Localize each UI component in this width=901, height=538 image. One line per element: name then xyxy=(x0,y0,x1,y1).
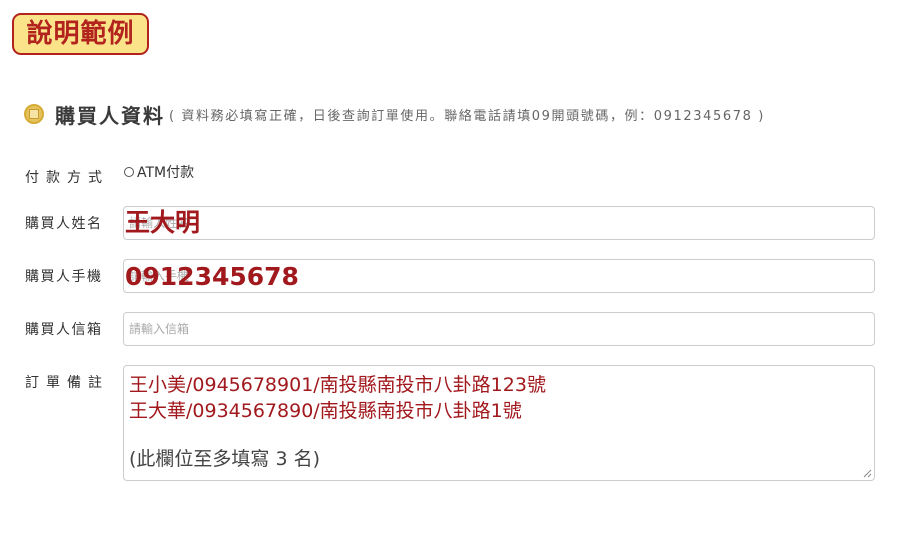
atm-payment-label: ATM付款 xyxy=(137,165,195,181)
order-remarks-label: 訂單備註 xyxy=(25,375,109,391)
coin-icon xyxy=(24,104,44,124)
buyer-phone-example: 0912345678 xyxy=(125,262,299,291)
buyer-phone-label: 購買人手機 xyxy=(25,269,103,285)
remark-line: 王小美/0945678901/南投縣南投市八卦路123號 xyxy=(129,374,546,396)
section-note: ( 資料務必填寫正確，日後查詢訂單使用。聯絡電話請填09開頭號碼，例：09123… xyxy=(169,108,765,124)
remark-line: 王大華/0934567890/南投縣南投市八卦路1號 xyxy=(129,400,522,422)
buyer-info-header: 購買人資料 ( 資料務必填寫正確，日後查詢訂單使用。聯絡電話請填09開頭號碼，例… xyxy=(24,99,765,129)
resize-grip-icon[interactable] xyxy=(863,469,872,478)
buyer-name-label: 購買人姓名 xyxy=(25,216,103,232)
buyer-name-input[interactable]: 請輸入姓名 xyxy=(123,206,875,240)
buyer-email-input[interactable]: 請輸入信箱 xyxy=(123,312,875,346)
buyer-email-label: 購買人信箱 xyxy=(25,322,103,338)
example-badge: 說明範例 xyxy=(12,13,149,55)
remark-hint: (此欄位至多填寫 3 名) xyxy=(129,448,320,470)
buyer-name-example: 王大明 xyxy=(125,208,201,237)
atm-payment-radio[interactable]: ATM付款 xyxy=(124,162,194,182)
order-remarks-textarea[interactable]: 王小美/0945678901/南投縣南投市八卦路123號 王大華/0934567… xyxy=(123,365,875,481)
radio-circle-icon[interactable] xyxy=(124,167,134,177)
section-title: 購買人資料 xyxy=(55,103,165,128)
buyer-email-placeholder: 請輸入信箱 xyxy=(129,322,190,336)
payment-label: 付款方式 xyxy=(25,170,109,186)
